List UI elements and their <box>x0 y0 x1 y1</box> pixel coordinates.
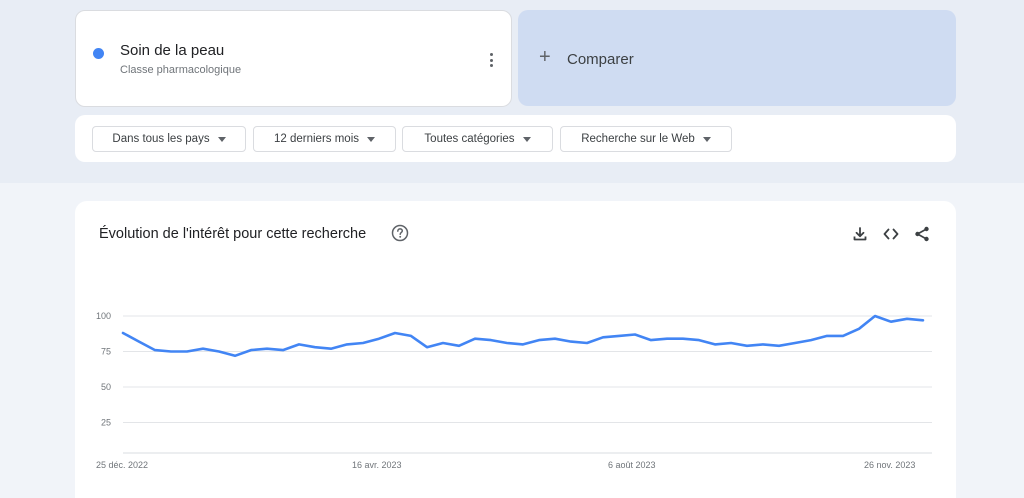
search-term-card[interactable]: Soin de la peau Classe pharmacologique <box>75 10 512 107</box>
add-icon: + <box>539 46 551 68</box>
interest-over-time-card: Évolution de l'intérêt pour cette recher… <box>75 201 956 498</box>
caret-down-icon <box>217 136 226 142</box>
filter-property-dropdown[interactable]: Recherche sur le Web <box>560 126 732 152</box>
x-tick-label: 6 août 2023 <box>608 460 656 470</box>
y-tick-label: 50 <box>101 382 111 392</box>
compare-label: Comparer <box>567 51 634 68</box>
filter-category-label: Toutes catégories <box>424 133 515 145</box>
filter-category-dropdown[interactable]: Toutes catégories <box>402 126 553 152</box>
filter-time-label: 12 derniers mois <box>273 133 359 145</box>
filter-bar: Dans tous les pays 12 derniers mois Tout… <box>75 115 956 162</box>
more-vert-icon[interactable] <box>481 50 501 70</box>
y-tick-label: 25 <box>101 418 111 428</box>
search-term-title[interactable]: Soin de la peau <box>120 42 224 59</box>
filter-time-dropdown[interactable]: 12 derniers mois <box>253 126 396 152</box>
search-term-type: Classe pharmacologique <box>120 64 242 76</box>
x-tick-label: 16 avr. 2023 <box>352 460 402 470</box>
caret-down-icon <box>367 136 375 142</box>
caret-down-icon <box>522 136 531 142</box>
y-tick-label: 100 <box>96 311 111 321</box>
x-tick-label: 25 déc. 2022 <box>96 460 148 470</box>
caret-down-icon <box>702 136 711 142</box>
interest-line-chart: 100 75 50 25 25 déc. 2022 16 avr. 2023 6 août … <box>96 311 932 470</box>
x-tick-label: 26 nov. 2023 <box>864 460 915 470</box>
series-color-dot <box>93 48 104 59</box>
filter-region-dropdown[interactable]: Dans tous les pays <box>92 126 246 152</box>
filter-property-label: Recherche sur le Web <box>581 133 695 145</box>
compare-button[interactable]: + Comparer <box>518 10 956 106</box>
series-line[interactable] <box>121 314 925 358</box>
filter-region-label: Dans tous les pays <box>112 133 210 145</box>
y-tick-label: 75 <box>101 347 111 357</box>
